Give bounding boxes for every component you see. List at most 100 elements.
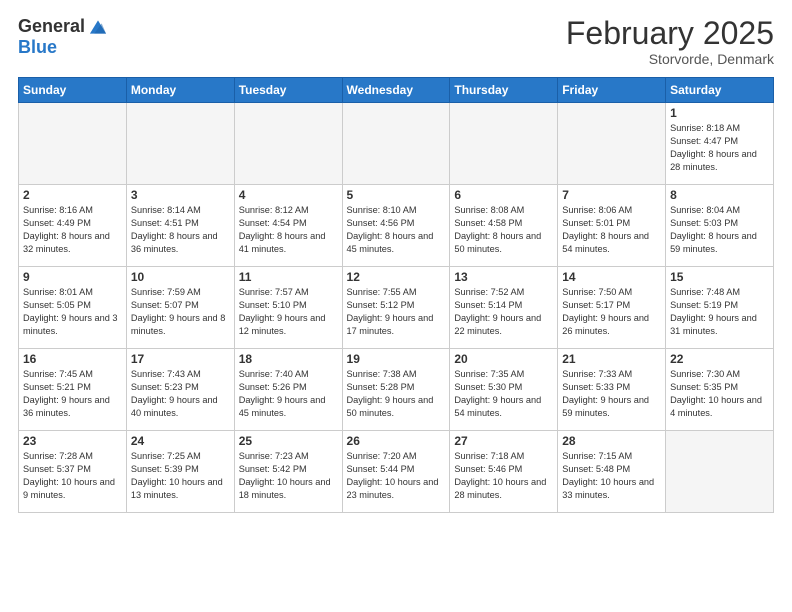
day-info: Sunrise: 8:08 AM Sunset: 4:58 PM Dayligh…	[454, 204, 553, 256]
calendar: Sunday Monday Tuesday Wednesday Thursday…	[18, 77, 774, 513]
table-row: 10 Sunrise: 7:59 AM Sunset: 5:07 PM Dayli…	[126, 267, 234, 349]
table-row: 11 Sunrise: 7:57 AM Sunset: 5:10 PM Dayli…	[234, 267, 342, 349]
col-monday: Monday	[126, 78, 234, 103]
day-number: 10	[131, 270, 230, 284]
day-number: 1	[670, 106, 769, 120]
table-row: 3 Sunrise: 8:14 AM Sunset: 4:51 PM Daylig…	[126, 185, 234, 267]
day-info: Sunrise: 7:59 AM Sunset: 5:07 PM Dayligh…	[131, 286, 230, 338]
day-info: Sunrise: 8:18 AM Sunset: 4:47 PM Dayligh…	[670, 122, 769, 174]
day-info: Sunrise: 7:33 AM Sunset: 5:33 PM Dayligh…	[562, 368, 661, 420]
day-number: 4	[239, 188, 338, 202]
day-number: 15	[670, 270, 769, 284]
table-row	[19, 103, 127, 185]
day-info: Sunrise: 7:45 AM Sunset: 5:21 PM Dayligh…	[23, 368, 122, 420]
table-row: 27 Sunrise: 7:18 AM Sunset: 5:46 PM Dayli…	[450, 431, 558, 513]
table-row: 28 Sunrise: 7:15 AM Sunset: 5:48 PM Dayli…	[558, 431, 666, 513]
day-number: 27	[454, 434, 553, 448]
day-number: 2	[23, 188, 122, 202]
col-sunday: Sunday	[19, 78, 127, 103]
day-info: Sunrise: 7:35 AM Sunset: 5:30 PM Dayligh…	[454, 368, 553, 420]
day-info: Sunrise: 7:48 AM Sunset: 5:19 PM Dayligh…	[670, 286, 769, 338]
table-row: 22 Sunrise: 7:30 AM Sunset: 5:35 PM Dayli…	[666, 349, 774, 431]
calendar-week-row: 23 Sunrise: 7:28 AM Sunset: 5:37 PM Dayli…	[19, 431, 774, 513]
day-info: Sunrise: 8:16 AM Sunset: 4:49 PM Dayligh…	[23, 204, 122, 256]
col-wednesday: Wednesday	[342, 78, 450, 103]
table-row: 2 Sunrise: 8:16 AM Sunset: 4:49 PM Daylig…	[19, 185, 127, 267]
table-row: 5Sunrise: 8:10 AM Sunset: 4:56 PM Daylig…	[342, 185, 450, 267]
table-row: 4 Sunrise: 8:12 AM Sunset: 4:54 PM Daylig…	[234, 185, 342, 267]
logo: General Blue	[18, 16, 109, 58]
table-row: 9 Sunrise: 8:01 AM Sunset: 5:05 PM Daylig…	[19, 267, 127, 349]
day-number: 22	[670, 352, 769, 366]
day-info: Sunrise: 7:43 AM Sunset: 5:23 PM Dayligh…	[131, 368, 230, 420]
table-row: 25 Sunrise: 7:23 AM Sunset: 5:42 PM Dayli…	[234, 431, 342, 513]
col-friday: Friday	[558, 78, 666, 103]
day-number: 20	[454, 352, 553, 366]
day-number: 3	[131, 188, 230, 202]
table-row: 8 Sunrise: 8:04 AM Sunset: 5:03 PM Daylig…	[666, 185, 774, 267]
day-number: 23	[23, 434, 122, 448]
table-row: 17 Sunrise: 7:43 AM Sunset: 5:23 PM Dayli…	[126, 349, 234, 431]
day-number: 17	[131, 352, 230, 366]
calendar-week-row: 1 Sunrise: 8:18 AM Sunset: 4:47 PM Daylig…	[19, 103, 774, 185]
col-tuesday: Tuesday	[234, 78, 342, 103]
table-row	[126, 103, 234, 185]
table-row: 7 Sunrise: 8:06 AM Sunset: 5:01 PM Daylig…	[558, 185, 666, 267]
day-number: 16	[23, 352, 122, 366]
table-row: 15 Sunrise: 7:48 AM Sunset: 5:19 PM Dayli…	[666, 267, 774, 349]
table-row: 14Sunrise: 7:50 AM Sunset: 5:17 PM Dayli…	[558, 267, 666, 349]
table-row: 24 Sunrise: 7:25 AM Sunset: 5:39 PM Dayli…	[126, 431, 234, 513]
day-info: Sunrise: 7:23 AM Sunset: 5:42 PM Dayligh…	[239, 450, 338, 502]
day-info: Sunrise: 7:52 AM Sunset: 5:14 PM Dayligh…	[454, 286, 553, 338]
day-number: 7	[562, 188, 661, 202]
logo-icon	[87, 16, 109, 38]
calendar-header-row: Sunday Monday Tuesday Wednesday Thursday…	[19, 78, 774, 103]
day-number: 18	[239, 352, 338, 366]
table-row: 26 Sunrise: 7:20 AM Sunset: 5:44 PM Dayli…	[342, 431, 450, 513]
table-row: 12 Sunrise: 7:55 AM Sunset: 5:12 PM Dayli…	[342, 267, 450, 349]
table-row	[234, 103, 342, 185]
day-info: Sunrise: 8:06 AM Sunset: 5:01 PM Dayligh…	[562, 204, 661, 256]
day-number: 28	[562, 434, 661, 448]
table-row	[342, 103, 450, 185]
day-number: 12	[347, 270, 446, 284]
table-row: 13 Sunrise: 7:52 AM Sunset: 5:14 PM Dayli…	[450, 267, 558, 349]
calendar-week-row: 9 Sunrise: 8:01 AM Sunset: 5:05 PM Daylig…	[19, 267, 774, 349]
header: General Blue February 2025 Storvorde, De…	[18, 16, 774, 67]
day-number: 25	[239, 434, 338, 448]
day-number: 26	[347, 434, 446, 448]
month-title: February 2025	[566, 16, 774, 51]
day-info: Sunrise: 7:30 AM Sunset: 5:35 PM Dayligh…	[670, 368, 769, 420]
day-info: Sunrise: 7:20 AM Sunset: 5:44 PM Dayligh…	[347, 450, 446, 502]
day-info: Sunrise: 8:04 AM Sunset: 5:03 PM Dayligh…	[670, 204, 769, 256]
day-info: Sunrise: 7:18 AM Sunset: 5:46 PM Dayligh…	[454, 450, 553, 502]
day-info: Sunrise: 7:25 AM Sunset: 5:39 PM Dayligh…	[131, 450, 230, 502]
col-saturday: Saturday	[666, 78, 774, 103]
day-info: Sunrise: 8:12 AM Sunset: 4:54 PM Dayligh…	[239, 204, 338, 256]
subtitle: Storvorde, Denmark	[566, 51, 774, 67]
calendar-week-row: 16 Sunrise: 7:45 AM Sunset: 5:21 PM Dayli…	[19, 349, 774, 431]
day-info: Sunrise: 7:57 AM Sunset: 5:10 PM Dayligh…	[239, 286, 338, 338]
table-row: 16 Sunrise: 7:45 AM Sunset: 5:21 PM Dayli…	[19, 349, 127, 431]
day-info: Sunrise: 8:01 AM Sunset: 5:05 PM Dayligh…	[23, 286, 122, 338]
table-row: 21Sunrise: 7:33 AM Sunset: 5:33 PM Dayli…	[558, 349, 666, 431]
day-number: 13	[454, 270, 553, 284]
day-number: 11	[239, 270, 338, 284]
day-info: Sunrise: 8:14 AM Sunset: 4:51 PM Dayligh…	[131, 204, 230, 256]
logo-blue-text: Blue	[18, 38, 109, 58]
col-thursday: Thursday	[450, 78, 558, 103]
table-row: 6Sunrise: 8:08 AM Sunset: 4:58 PM Daylig…	[450, 185, 558, 267]
day-info: Sunrise: 7:40 AM Sunset: 5:26 PM Dayligh…	[239, 368, 338, 420]
title-block: February 2025 Storvorde, Denmark	[566, 16, 774, 67]
day-number: 24	[131, 434, 230, 448]
day-number: 19	[347, 352, 446, 366]
table-row: 1 Sunrise: 8:18 AM Sunset: 4:47 PM Daylig…	[666, 103, 774, 185]
table-row	[450, 103, 558, 185]
day-number: 8	[670, 188, 769, 202]
day-number: 9	[23, 270, 122, 284]
day-info: Sunrise: 7:55 AM Sunset: 5:12 PM Dayligh…	[347, 286, 446, 338]
day-number: 5	[347, 188, 446, 202]
day-info: Sunrise: 7:15 AM Sunset: 5:48 PM Dayligh…	[562, 450, 661, 502]
table-row: 20 Sunrise: 7:35 AM Sunset: 5:30 PM Dayli…	[450, 349, 558, 431]
day-info: Sunrise: 7:28 AM Sunset: 5:37 PM Dayligh…	[23, 450, 122, 502]
